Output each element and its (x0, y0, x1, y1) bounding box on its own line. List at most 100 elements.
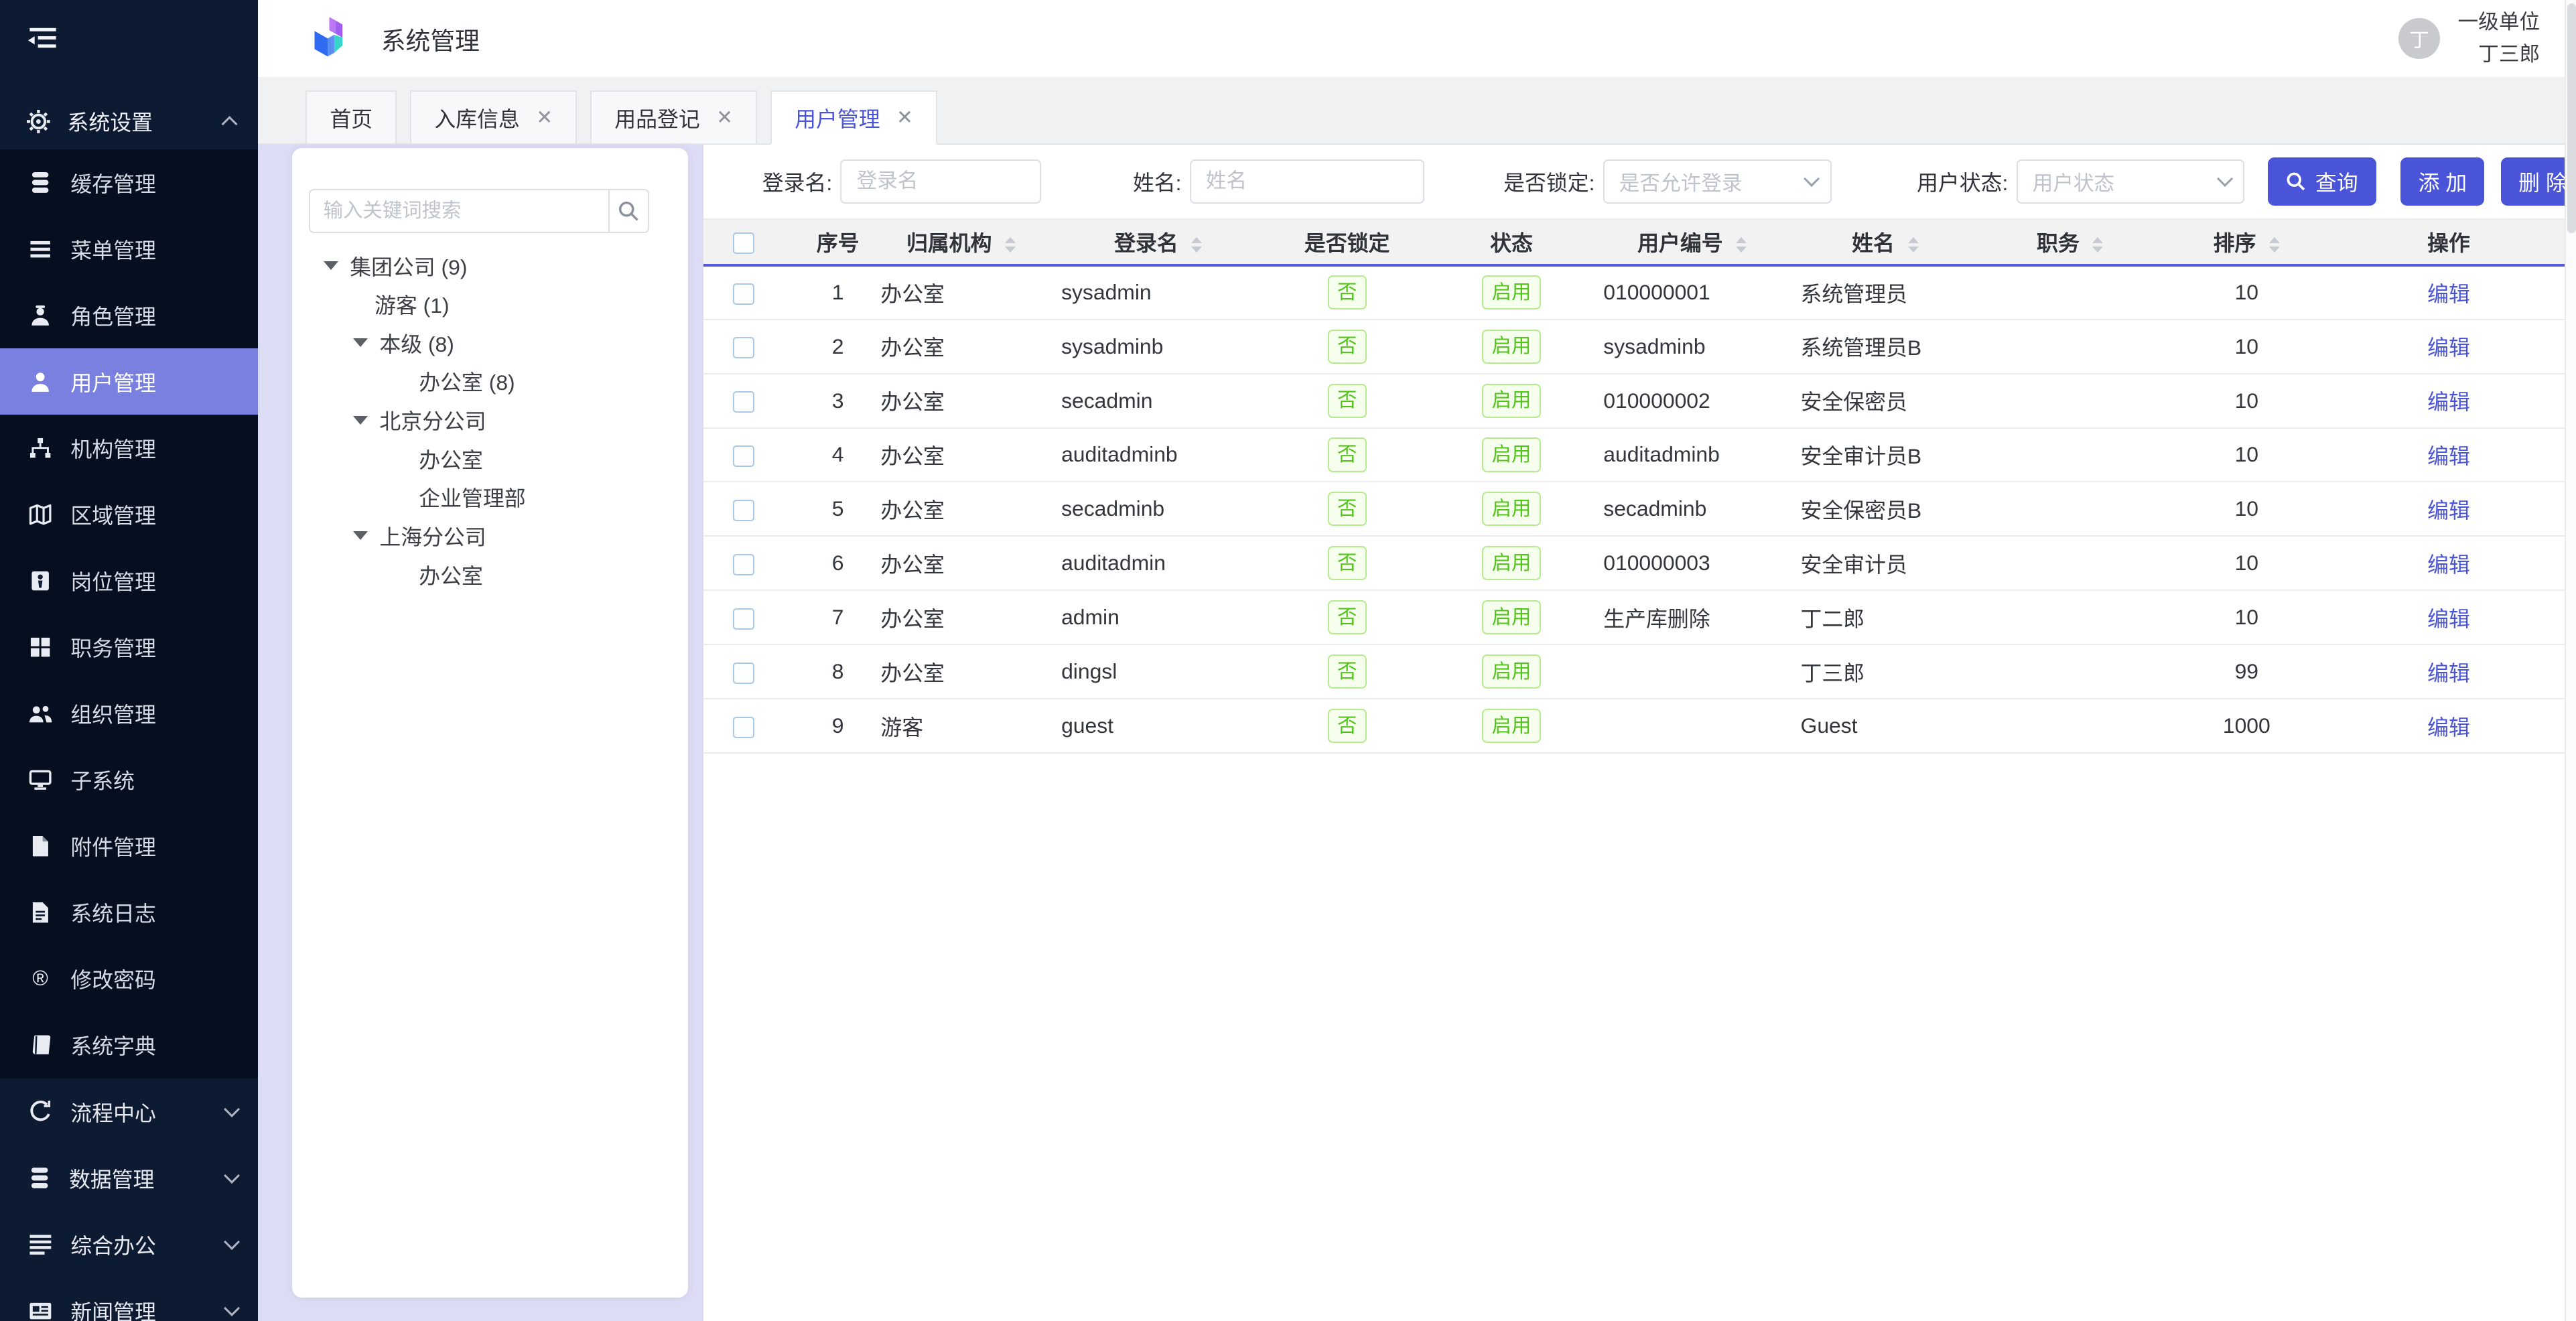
tree-node-shanghai-branch[interactable]: 上海分公司 (292, 516, 688, 555)
sidebar-item-subsystem[interactable]: 子系统 (0, 747, 258, 813)
filter-bar: 登录名: 姓名: 是否锁定: 是否允许登录 用户状态: 用户状态 查询 添 加 … (703, 145, 2565, 206)
sidebar-item-dictionary[interactable]: 系统字典 (0, 1012, 258, 1079)
row-checkbox[interactable] (733, 717, 754, 738)
sidebar-item-user-management[interactable]: 用户管理 (0, 348, 258, 415)
col-sort[interactable]: 排序 (2161, 219, 2333, 265)
sort-icon[interactable] (1736, 237, 1747, 253)
user-status-select[interactable]: 用户状态 (2017, 159, 2245, 204)
tree-node-local-level[interactable]: 本级 (8) (292, 324, 688, 362)
edit-link[interactable]: 编辑 (2427, 336, 2470, 360)
status-badge: 启用 (1482, 600, 1540, 634)
sidebar-group-office[interactable]: 综合办公 (0, 1211, 258, 1277)
name-input[interactable] (1191, 161, 1424, 202)
edit-link[interactable]: 编辑 (2427, 282, 2470, 306)
tree-search-input[interactable] (310, 190, 608, 232)
col-duty[interactable]: 职务 (1980, 219, 2161, 265)
close-icon[interactable]: ✕ (716, 106, 733, 129)
password-registered-icon: ® (28, 967, 53, 991)
table-row: 5 办公室 secadminb 否 启用 secadminb 安全保密员B 10… (703, 482, 2565, 536)
col-num: 序号 (805, 219, 871, 265)
sidebar-group-process-center[interactable]: 流程中心 (0, 1079, 258, 1145)
sidebar-group-system-settings[interactable]: 系统设置 (0, 94, 258, 149)
user-name: 丁三郎 (2458, 39, 2540, 71)
caret-down-icon[interactable] (353, 531, 368, 540)
tab-inbound-info[interactable]: 入库信息 ✕ (410, 90, 577, 145)
col-status: 状态 (1429, 219, 1593, 265)
vertical-scrollbar[interactable] (2565, 0, 2576, 1321)
org-tree: 集团公司 (9) 游客 (1) 本级 (8) 办公室 (8) 北京分公司 办公室… (292, 247, 688, 594)
edit-link[interactable]: 编辑 (2427, 607, 2470, 631)
col-login[interactable]: 登录名 (1051, 219, 1265, 265)
sidebar-group-label: 系统设置 (68, 106, 224, 137)
sidebar-item-group[interactable]: 组织管理 (0, 681, 258, 747)
sidebar-item-region[interactable]: 区域管理 (0, 481, 258, 547)
row-checkbox[interactable] (733, 608, 754, 630)
edit-link[interactable]: 编辑 (2427, 390, 2470, 414)
edit-link[interactable]: 编辑 (2427, 498, 2470, 523)
sidebar-item-role[interactable]: 角色管理 (0, 282, 258, 348)
row-checkbox[interactable] (733, 663, 754, 684)
col-org[interactable]: 归属机构 (871, 219, 1052, 265)
edit-link[interactable]: 编辑 (2427, 715, 2470, 740)
sidebar-item-post[interactable]: 岗位管理 (0, 548, 258, 614)
avatar[interactable]: 丁 (2398, 18, 2439, 59)
row-checkbox[interactable] (733, 554, 754, 575)
row-checkbox[interactable] (733, 445, 754, 467)
tree-node-guest[interactable]: 游客 (1) (292, 285, 688, 324)
tree-node-office-shanghai[interactable]: 办公室 (292, 555, 688, 594)
col-user-no[interactable]: 用户编号 (1594, 219, 1791, 265)
row-checkbox[interactable] (733, 500, 754, 521)
sort-icon[interactable] (2269, 237, 2280, 253)
locked-select[interactable]: 是否允许登录 (1603, 159, 1832, 204)
tab-supplies-register[interactable]: 用品登记 ✕ (590, 90, 757, 145)
search-icon[interactable] (608, 190, 648, 232)
status-badge: 启用 (1482, 492, 1540, 526)
locked-badge: 否 (1328, 492, 1367, 526)
tree-node-group-company[interactable]: 集团公司 (9) (292, 247, 688, 285)
tree-node-beijing-branch[interactable]: 北京分公司 (292, 401, 688, 439)
edit-link[interactable]: 编辑 (2427, 553, 2470, 577)
sort-icon[interactable] (2092, 237, 2103, 253)
table-header-row: 序号 归属机构 登录名 是否锁定 状态 用户编号 姓名 职务 排序 操作 (703, 219, 2565, 265)
edit-link[interactable]: 编辑 (2427, 444, 2470, 468)
caret-down-icon[interactable] (353, 416, 368, 425)
sidebar-group-news[interactable]: 新闻管理 (0, 1277, 258, 1320)
caret-down-icon[interactable] (353, 338, 368, 347)
tree-node-enterprise-dept[interactable]: 企业管理部 (292, 478, 688, 517)
sidebar-item-organization[interactable]: 机构管理 (0, 415, 258, 481)
tree-node-office-8[interactable]: 办公室 (8) (292, 362, 688, 401)
search-button[interactable]: 查询 (2268, 157, 2376, 205)
chevron-down-icon (223, 1101, 239, 1117)
sort-icon[interactable] (1908, 237, 1919, 253)
row-checkbox[interactable] (733, 337, 754, 358)
login-name-input[interactable] (841, 161, 1039, 202)
sidebar-item-password[interactable]: ® 修改密码 (0, 946, 258, 1012)
locked-badge: 否 (1328, 546, 1367, 580)
tab-user-management[interactable]: 用户管理 ✕ (770, 90, 937, 145)
tree-node-office-beijing[interactable]: 办公室 (292, 439, 688, 478)
sidebar-item-duty[interactable]: 职务管理 (0, 614, 258, 681)
edit-link[interactable]: 编辑 (2427, 661, 2470, 685)
header-user-area[interactable]: 丁 一级单位 丁三郎 (2398, 7, 2540, 70)
table-row: 3 办公室 secadmin 否 启用 010000002 安全保密员 10 编… (703, 374, 2565, 428)
caret-down-icon[interactable] (324, 261, 338, 270)
sort-icon[interactable] (1005, 237, 1016, 253)
sidebar-item-attachment[interactable]: 附件管理 (0, 813, 258, 880)
collapse-sidebar-icon[interactable] (25, 21, 61, 58)
row-checkbox[interactable] (733, 391, 754, 413)
close-icon[interactable]: ✕ (896, 106, 913, 129)
sidebar-item-cache[interactable]: 缓存管理 (0, 149, 258, 216)
select-all-checkbox[interactable] (733, 232, 754, 254)
scrollbar-thumb[interactable] (2567, 3, 2575, 233)
close-icon[interactable]: ✕ (536, 106, 553, 129)
tab-home[interactable]: 首页 (306, 90, 397, 145)
sidebar-group-data-management[interactable]: 数据管理 (0, 1145, 258, 1211)
chevron-down-icon (223, 1234, 239, 1250)
sidebar-item-syslog[interactable]: 系统日志 (0, 880, 258, 946)
row-checkbox[interactable] (733, 283, 754, 305)
add-button[interactable]: 添 加 (2400, 157, 2484, 205)
news-icon (28, 1300, 53, 1321)
col-name[interactable]: 姓名 (1791, 219, 1980, 265)
sidebar-item-menu[interactable]: 菜单管理 (0, 216, 258, 282)
sort-icon[interactable] (1191, 237, 1202, 253)
